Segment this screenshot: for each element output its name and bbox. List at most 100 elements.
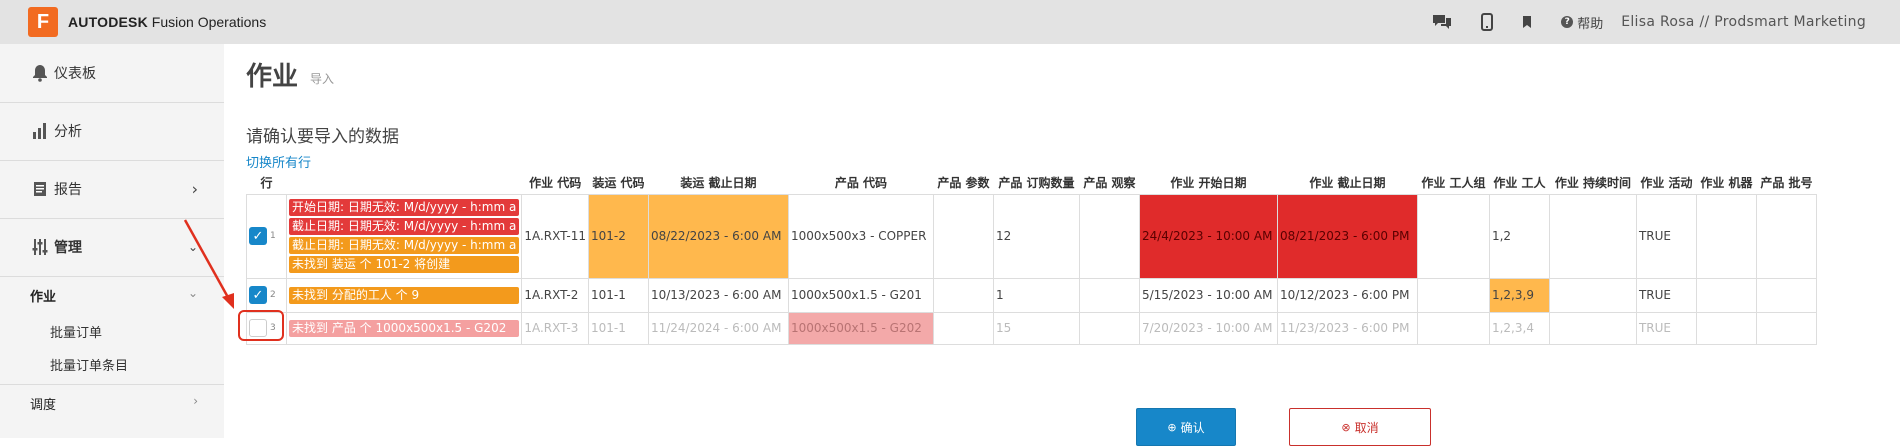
brand-name: AUTODESK Fusion Operations <box>68 14 266 30</box>
col-header: 作业 截止日期 <box>1309 176 1386 191</box>
cell-product-code: 1000x500x3 - COPPER <box>787 193 934 279</box>
cell-batch <box>1755 193 1817 279</box>
cell-worker-group <box>1416 277 1490 313</box>
cell-product-code: 1000x500x1.5 - G202 <box>787 311 934 345</box>
cell-job-code: 1A.RXT-11 <box>521 193 589 279</box>
cell-obs <box>1078 277 1140 313</box>
brand-product: Fusion Operations <box>151 14 267 30</box>
row-select-cell: ✓ 2 <box>246 277 287 313</box>
cell-machine <box>1695 311 1757 345</box>
plus-circle-icon: ⊕ <box>1167 420 1177 434</box>
cell-machine <box>1695 277 1757 313</box>
cell-duration <box>1548 277 1637 313</box>
cell-workers: 1,2 <box>1488 193 1550 279</box>
times-circle-icon: ⊗ <box>1341 420 1351 434</box>
cell-product-param <box>932 277 994 313</box>
table-row: ✓ 1 开始日期: 日期无效: M/d/yyyy - h:mm a 截止日期: 日… <box>246 193 1817 279</box>
cell-machine <box>1695 193 1757 279</box>
warning-badge: 未找到 装运 个 101-2 将创建 <box>289 256 520 273</box>
error-badge: 未找到 产品 个 1000x500x1.5 - G202 <box>289 319 520 337</box>
cell-ship-due: 08/22/2023 - 6:00 AM <box>647 193 789 279</box>
col-header: 作业 工人 <box>1493 176 1546 191</box>
row-number: 2 <box>270 290 276 300</box>
main-content: 作业 导入 请确认要导入的数据 切换所有行 行 作业 代码 装运 代码 装运 截… <box>224 44 1900 446</box>
cell-active: TRUE <box>1635 277 1697 313</box>
table-row: ✓ 2 未找到 分配的工人 个 9 1A.RXT-2 101-1 10/13/20… <box>246 277 1817 313</box>
warning-badge: 未找到 分配的工人 个 9 <box>289 286 520 304</box>
row-select-cell: ✓ 1 <box>246 193 287 279</box>
sidebar-item-label: 仪表板 <box>54 66 96 82</box>
help-link[interactable]: ? 帮助 <box>1561 13 1603 32</box>
cell-job-code: 1A.RXT-3 <box>521 311 589 345</box>
col-header: 作业 机器 <box>1700 176 1753 191</box>
sidebar-item-dashboard[interactable]: 仪表板 <box>0 44 224 102</box>
sliders-icon <box>30 238 50 256</box>
import-table: 行 作业 代码 装运 代码 装运 截止日期 产品 代码 产品 参数 产品 订购数… <box>246 172 1817 345</box>
cell-start-date: 24/4/2023 - 10:00 AM <box>1138 193 1278 279</box>
toggle-all-rows-link[interactable]: 切换所有行 <box>246 152 311 171</box>
row-checkbox[interactable]: ✓ <box>249 227 267 245</box>
row-messages: 未找到 分配的工人 个 9 <box>285 277 523 313</box>
cell-duration <box>1548 193 1637 279</box>
cell-ship-code: 101-1 <box>587 277 649 313</box>
error-badge: 开始日期: 日期无效: M/d/yyyy - h:mm a <box>289 199 520 216</box>
sidebar-section-scheduling[interactable]: 调度 <box>30 394 56 413</box>
bookmark-icon[interactable] <box>1521 15 1533 29</box>
top-bar: F AUTODESK Fusion Operations ? 帮助 Elisa … <box>0 0 1900 44</box>
cell-due-date: 08/21/2023 - 6:00 PM <box>1276 193 1418 279</box>
cell-ship-code: 101-2 <box>587 193 649 279</box>
sidebar-subitem-batch-order-items[interactable]: 批量订单条目 <box>50 355 128 374</box>
col-header: 产品 代码 <box>834 176 888 191</box>
cell-product-param <box>932 193 994 279</box>
col-header: 产品 观察 <box>1083 176 1136 191</box>
col-header: 行 <box>260 176 273 191</box>
row-checkbox[interactable]: ✓ <box>249 286 267 304</box>
sidebar-item-analytics[interactable]: 分析 <box>0 102 224 160</box>
cell-ship-due: 10/13/2023 - 6:00 AM <box>647 277 789 313</box>
cell-qty: 15 <box>992 311 1080 345</box>
cancel-button[interactable]: ⊗ 取消 <box>1289 408 1431 446</box>
cell-start-date: 5/15/2023 - 10:00 AM <box>1138 277 1278 313</box>
cell-workers: 1,2,3,4 <box>1488 311 1550 345</box>
cell-obs <box>1078 193 1140 279</box>
top-right-controls: ? 帮助 Elisa Rosa // Prodsmart Marketing <box>1403 0 1866 44</box>
col-header <box>287 172 522 194</box>
col-header: 装运 截止日期 <box>680 176 757 191</box>
cell-start-date: 7/20/2023 - 10:00 AM <box>1138 311 1278 345</box>
cell-ship-code: 101-1 <box>587 311 649 345</box>
row-messages: 开始日期: 日期无效: M/d/yyyy - h:mm a 截止日期: 日期无效… <box>285 193 523 279</box>
help-label: 帮助 <box>1577 16 1604 32</box>
sidebar-item-label: 分析 <box>54 124 82 140</box>
bell-icon <box>30 64 50 82</box>
cell-active: TRUE <box>1635 311 1697 345</box>
chat-icon[interactable] <box>1431 13 1453 31</box>
page-title: 作业 <box>246 62 299 92</box>
mobile-icon[interactable] <box>1481 13 1494 31</box>
sidebar-section-jobs[interactable]: 作业 <box>30 286 56 305</box>
chevron-right-icon: › <box>193 394 198 408</box>
cell-product-param <box>932 311 994 345</box>
col-header: 作业 工人组 <box>1421 176 1486 191</box>
table-row: 3 未找到 产品 个 1000x500x1.5 - G202 1A.RXT-3 … <box>246 311 1817 345</box>
cell-duration <box>1548 311 1637 345</box>
cell-qty: 1 <box>992 277 1080 313</box>
cell-product-code: 1000x500x1.5 - G201 <box>787 277 934 313</box>
fusion-logo[interactable]: F <box>28 7 58 37</box>
sidebar-item-reports[interactable]: 报告 › <box>0 160 224 218</box>
confirm-button[interactable]: ⊕ 确认 <box>1136 408 1236 446</box>
annotation-highlight <box>238 310 284 341</box>
cell-active: TRUE <box>1635 193 1697 279</box>
cell-ship-due: 11/24/2024 - 6:00 AM <box>647 311 789 345</box>
col-header: 产品 参数 <box>937 176 990 191</box>
row-messages: 未找到 产品 个 1000x500x1.5 - G202 <box>285 311 523 345</box>
table-header-row: 行 作业 代码 装运 代码 装运 截止日期 产品 代码 产品 参数 产品 订购数… <box>247 172 1817 194</box>
user-menu[interactable]: Elisa Rosa // Prodsmart Marketing <box>1621 14 1866 30</box>
confirm-heading: 请确认要导入的数据 <box>246 127 399 147</box>
cell-due-date: 11/23/2023 - 6:00 PM <box>1276 311 1418 345</box>
page-subtitle: 导入 <box>310 72 335 86</box>
col-header: 产品 订购数量 <box>998 176 1075 191</box>
cancel-label: 取消 <box>1354 420 1379 435</box>
bar-chart-icon <box>30 122 50 140</box>
col-header: 产品 批号 <box>1760 176 1813 191</box>
sidebar-subitem-batch-orders[interactable]: 批量订单 <box>50 322 102 341</box>
